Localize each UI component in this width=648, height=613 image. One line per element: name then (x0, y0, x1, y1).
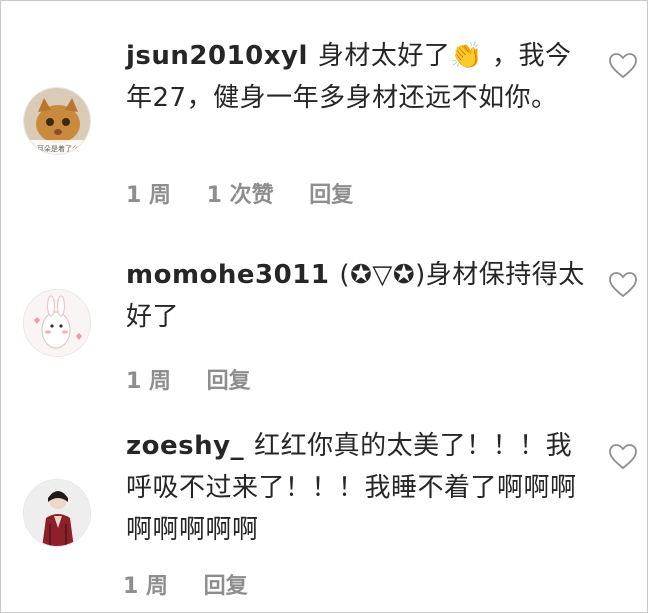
comment-text: zoeshy_ 红红你真的太美了！！！我 呼吸不过来了！！！我睡不着了啊啊啊啊啊啊… (126, 425, 586, 551)
reply-button[interactable]: 回复 (207, 369, 251, 394)
reply-button[interactable]: 回复 (309, 183, 353, 208)
comments-panel: 耳朵是着了么 jsun2010xyl 身材太好了👏 ，我今 年27，健身一年多身材… (0, 0, 648, 613)
comment-text: momohe3011 (✪▽✪)身材保持得太 好了 (126, 254, 586, 338)
comment-meta: 1 周 回复 (126, 363, 279, 395)
comment-meta: 1 周 回复 (123, 568, 276, 600)
comment-text-line1: (✪▽✪)身材保持得太 (339, 260, 585, 290)
comment-time: 1 周 (123, 574, 168, 599)
comment-username[interactable]: jsun2010xyl (126, 41, 308, 71)
heart-icon[interactable] (609, 444, 637, 470)
comment-time: 1 周 (126, 369, 171, 394)
avatar[interactable] (23, 289, 91, 357)
reply-button[interactable]: 回复 (204, 574, 248, 599)
comment-username[interactable]: zoeshy_ (126, 431, 244, 461)
comment-meta: 1 周 1 次赞 回复 (126, 177, 381, 209)
comment-text-line1: 红红你真的太美了！！！我 (254, 431, 573, 461)
avatar-caption: 耳朵是着了么 (37, 144, 79, 153)
comment-text-rest: 好了 (126, 302, 180, 332)
comment-username[interactable]: momohe3011 (126, 260, 329, 290)
comment-text-rest: 年27，健身一年多身材还远不如你。 (126, 83, 558, 113)
comment-text-line1: 身材太好了👏 ，我今 (317, 41, 572, 71)
heart-icon[interactable] (609, 272, 637, 298)
comment-text: jsun2010xyl 身材太好了👏 ，我今 年27，健身一年多身材还远不如你。 (126, 35, 586, 119)
comment-likes[interactable]: 1 次赞 (207, 183, 274, 208)
heart-icon[interactable] (609, 53, 637, 79)
comment-time: 1 周 (126, 183, 171, 208)
avatar[interactable]: 耳朵是着了么 (23, 87, 91, 155)
comment-text-rest: 呼吸不过来了！！！我睡不着了啊啊啊啊啊啊啊啊 (126, 473, 577, 545)
avatar[interactable] (23, 479, 91, 547)
